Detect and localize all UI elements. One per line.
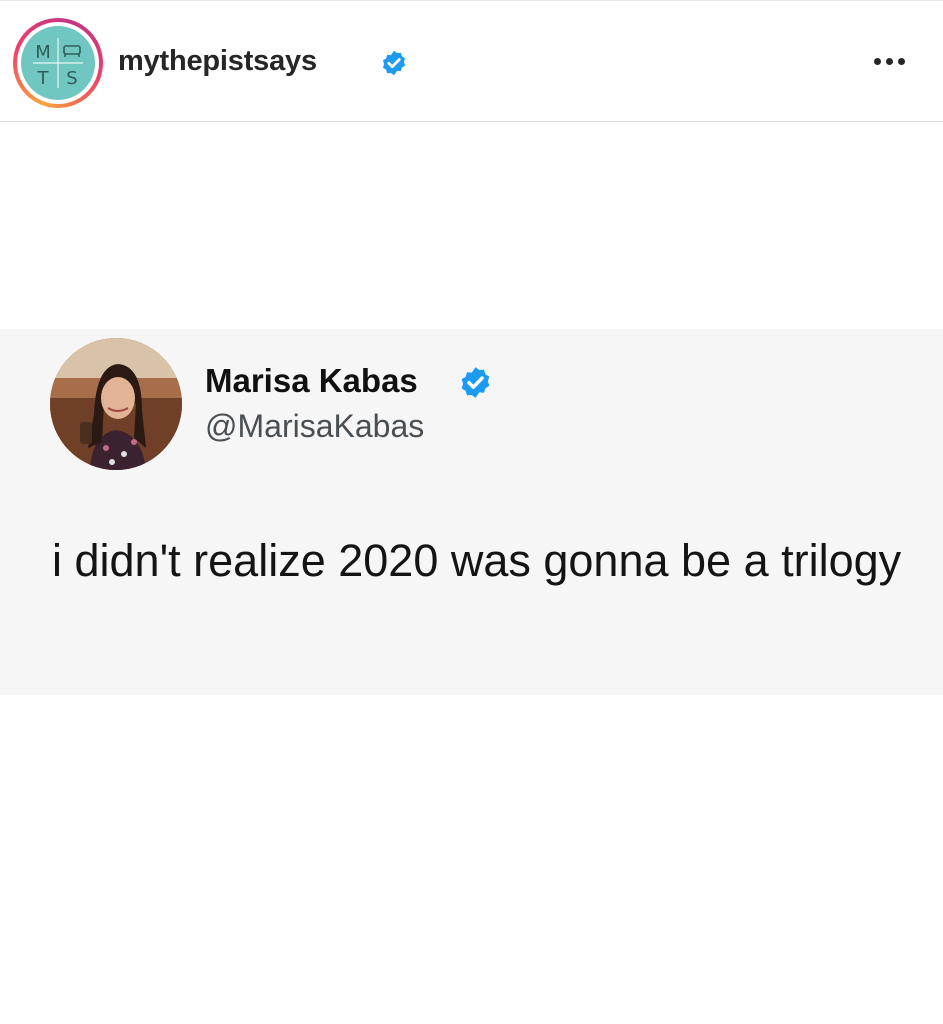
more-options-icon-dot — [898, 58, 905, 65]
profile-photo-image — [50, 338, 182, 470]
tweet-verified-badge-icon — [461, 367, 490, 398]
more-options-button[interactable] — [864, 49, 916, 75]
post-header: M T S mythepistsays — [0, 0, 943, 122]
avatar-letter-s: S — [66, 68, 77, 89]
tweet-author-name: Marisa Kabas — [205, 362, 418, 399]
verified-badge-icon — [382, 50, 406, 76]
tweet-text: i didn't realize 2020 was gonna be a tri… — [52, 535, 902, 586]
tweet-screenshot: Marisa Kabas @MarisaKabas i didn't reali… — [0, 329, 943, 695]
more-options-icon — [874, 58, 881, 65]
avatar-logo: M T S — [33, 38, 83, 89]
more-options-icon-dot — [886, 58, 893, 65]
sofa-icon — [63, 45, 81, 57]
account-avatar[interactable]: M T S — [21, 26, 95, 100]
story-ring-gap: M T S — [17, 22, 99, 104]
tweet-author-handle: @MarisaKabas — [205, 408, 425, 444]
avatar-letter-m: M — [35, 42, 51, 63]
account-username[interactable]: mythepistsays — [118, 45, 317, 78]
tweet-author-avatar — [50, 338, 182, 470]
story-ring[interactable]: M T S — [13, 18, 103, 108]
avatar-letter-t: T — [37, 68, 50, 89]
